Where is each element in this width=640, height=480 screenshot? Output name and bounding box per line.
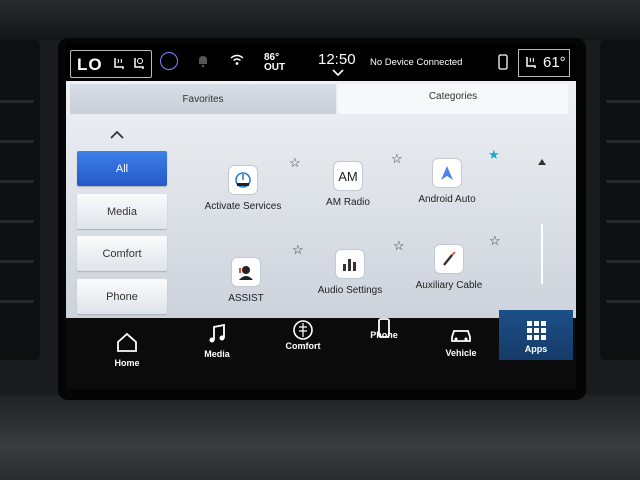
app-assist[interactable]: ASSIST <box>206 257 286 307</box>
category-media[interactable]: Media <box>77 194 167 229</box>
am-radio-icon-text: AM <box>338 168 358 184</box>
app-label: AM Radio <box>326 197 370 208</box>
nav-apps[interactable]: Apps <box>499 310 573 360</box>
favorite-star-icon[interactable]: ☆ <box>393 238 405 254</box>
nav-label: Media <box>204 349 230 359</box>
scrollbar[interactable] <box>541 224 543 284</box>
category-all[interactable]: All <box>77 151 167 186</box>
notification-bell-icon[interactable] <box>196 54 210 68</box>
apps-grid-icon <box>527 321 546 340</box>
chevron-up-icon[interactable] <box>110 131 124 139</box>
left-air-vent <box>0 40 40 360</box>
nav-label: Apps <box>524 344 548 354</box>
app-activate-services[interactable]: Activate Services <box>203 165 283 225</box>
audio-settings-icon <box>335 249 365 279</box>
nav-comfort[interactable]: Comfort <box>271 318 335 389</box>
wifi-icon <box>230 54 244 65</box>
app-auxiliary-cable[interactable]: Auxiliary Cable <box>409 244 489 304</box>
nav-label: Vehicle <box>445 348 477 358</box>
auxiliary-cable-icon <box>434 244 464 274</box>
outside-temp-label: OUT <box>264 62 286 73</box>
ventilated-seat-icon[interactable] <box>131 56 147 72</box>
scroll-up-icon[interactable] <box>538 159 546 165</box>
device-status: No Device Connected <box>370 57 463 68</box>
favorite-star-icon[interactable]: ☆ <box>489 233 501 249</box>
nav-phone[interactable]: Phone <box>352 318 416 389</box>
am-radio-icon: AM <box>333 161 363 191</box>
heated-seat-icon[interactable] <box>111 56 127 72</box>
app-label: Auxiliary Cable <box>415 280 483 291</box>
favorite-star-icon[interactable]: ☆ <box>391 151 403 167</box>
apps-panel: Favorites Categories All Media Comfort P… <box>66 81 576 332</box>
favorite-star-icon[interactable]: ☆ <box>292 242 304 258</box>
app-label: Android Auto <box>418 194 476 205</box>
passenger-temperature-control[interactable]: 61° <box>518 49 570 77</box>
heated-seat-icon[interactable] <box>523 55 539 71</box>
app-audio-settings[interactable]: Audio Settings <box>310 249 390 309</box>
hvac-mode-control[interactable]: LO <box>70 50 152 78</box>
passenger-temp-value: 61° <box>543 54 566 71</box>
category-phone[interactable]: Phone <box>77 279 167 314</box>
activate-services-icon <box>228 165 258 195</box>
app-label: Audio Settings <box>317 285 383 296</box>
dashboard-top <box>0 0 640 40</box>
status-bar: LO 86° OUT 12:50 No Device Connected 61° <box>66 44 576 80</box>
tab-categories[interactable]: Categories <box>338 84 568 114</box>
right-air-vent <box>600 40 640 360</box>
app-label: Activate Services <box>204 201 282 212</box>
music-note-icon <box>209 323 225 343</box>
nav-media[interactable]: Media <box>185 318 249 389</box>
bottom-nav-bar: Home Media Comfort Phone Vehicle Apps <box>66 310 576 389</box>
chevron-down-icon[interactable] <box>332 69 344 76</box>
app-am-radio[interactable]: AM AM Radio <box>308 161 388 211</box>
favorite-star-filled-icon[interactable]: ★ <box>488 147 500 163</box>
infotainment-screen: LO 86° OUT 12:50 No Device Connected 61°… <box>66 44 576 389</box>
hvac-mode-label: LO <box>77 55 103 74</box>
app-label: ASSIST <box>228 293 264 304</box>
car-icon <box>451 330 471 342</box>
android-auto-icon <box>432 158 462 188</box>
nav-label: Phone <box>370 330 398 340</box>
tab-favorites[interactable]: Favorites <box>70 84 336 114</box>
category-comfort[interactable]: Comfort <box>77 236 167 271</box>
profile-icon[interactable] <box>160 52 178 70</box>
nav-label: Comfort <box>285 341 321 351</box>
nav-label: Home <box>114 358 140 368</box>
clock[interactable]: 12:50 <box>318 51 356 68</box>
home-icon <box>117 332 137 352</box>
favorite-star-icon[interactable]: ☆ <box>289 155 301 171</box>
climate-icon <box>293 320 313 340</box>
outside-temperature: 86° OUT <box>264 53 285 73</box>
app-android-auto[interactable]: Android Auto <box>407 158 487 218</box>
assist-icon <box>231 257 261 287</box>
phone-icon[interactable] <box>498 54 508 70</box>
nav-vehicle[interactable]: Vehicle <box>429 318 493 389</box>
dashboard-bottom <box>0 395 640 480</box>
nav-home[interactable]: Home <box>95 318 159 389</box>
